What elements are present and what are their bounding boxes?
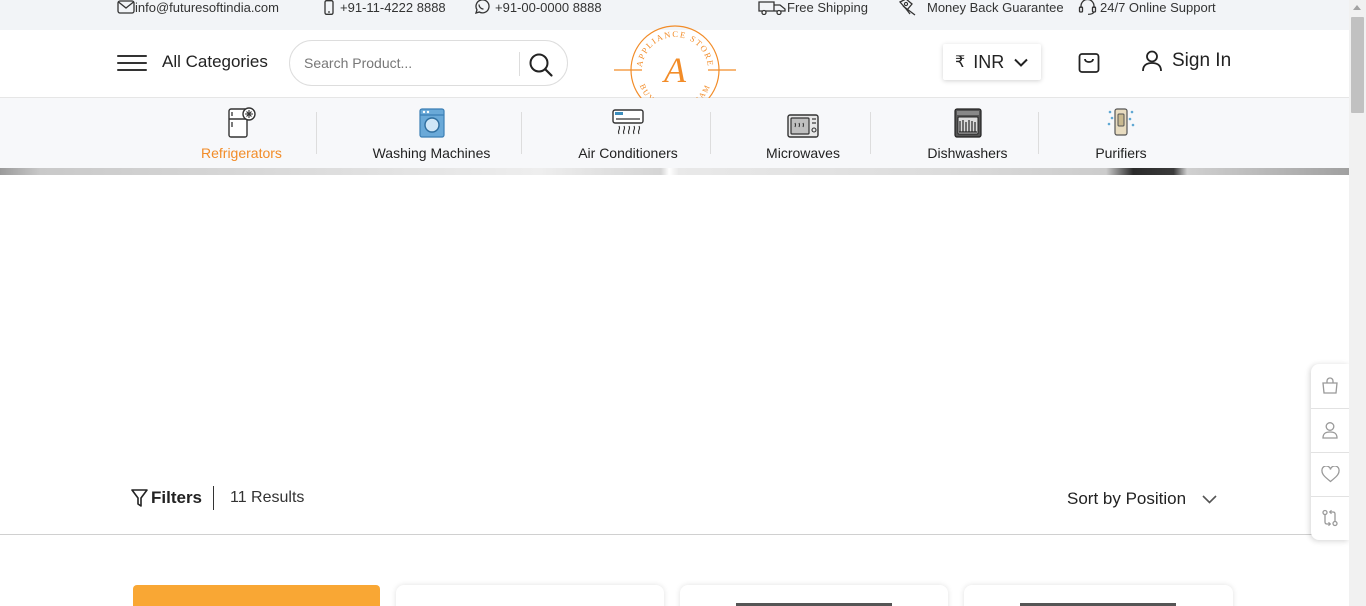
headset-icon bbox=[1078, 0, 1097, 15]
cart-button[interactable] bbox=[1077, 51, 1101, 75]
user-icon bbox=[1322, 422, 1338, 439]
filters-label: Filters bbox=[151, 488, 203, 507]
category-label: Purifiers bbox=[1095, 145, 1147, 161]
category-air-conditioners[interactable]: Air Conditioners bbox=[576, 106, 680, 161]
results-count: 11 Results bbox=[230, 489, 305, 506]
product-card[interactable] bbox=[964, 585, 1233, 606]
category-dishwashers[interactable]: Dishwashers bbox=[926, 106, 1009, 161]
hero-banner bbox=[0, 168, 1349, 175]
washing-machine-icon bbox=[418, 108, 445, 138]
listing-toolbar: Filters 11 Results Sort by Position bbox=[0, 476, 1349, 535]
category-label: Refrigerators bbox=[201, 145, 282, 161]
sort-dropdown[interactable]: Sort by Position bbox=[1067, 489, 1217, 509]
all-categories-button[interactable]: All Categories bbox=[162, 52, 268, 72]
category-label: Dishwashers bbox=[927, 145, 1008, 161]
scrollbar-thumb[interactable] bbox=[1351, 17, 1364, 113]
money-back-icon bbox=[898, 0, 916, 16]
category-label: Air Conditioners bbox=[578, 145, 678, 161]
mobile-phone-icon bbox=[324, 0, 334, 15]
chevron-down-icon bbox=[1202, 494, 1217, 504]
whatsapp-link[interactable]: +91-00-0000 8888 bbox=[473, 0, 602, 15]
compare-icon bbox=[1322, 509, 1338, 527]
side-wishlist-button[interactable] bbox=[1311, 452, 1349, 496]
search-input[interactable] bbox=[304, 53, 514, 73]
category-divider bbox=[521, 112, 522, 154]
category-refrigerators[interactable]: Refrigerators bbox=[201, 106, 282, 161]
category-divider bbox=[870, 112, 871, 154]
support-text: 24/7 Online Support bbox=[1100, 0, 1216, 15]
phone-link[interactable]: +91-11-4222 8888 bbox=[323, 0, 446, 15]
guarantee-text: Money Back Guarantee bbox=[927, 0, 1064, 15]
product-card[interactable] bbox=[396, 585, 664, 606]
microwave-icon bbox=[787, 114, 819, 138]
truck-icon bbox=[758, 0, 786, 15]
floating-side-toolbar bbox=[1311, 364, 1349, 540]
side-compare-button[interactable] bbox=[1311, 496, 1349, 540]
product-card[interactable] bbox=[680, 585, 948, 606]
air-conditioner-icon bbox=[612, 109, 644, 135]
category-label: Washing Machines bbox=[372, 145, 491, 161]
support-info: 24/7 Online Support bbox=[1078, 0, 1216, 15]
category-microwaves[interactable]: Microwaves bbox=[765, 106, 841, 161]
category-purifiers[interactable]: Purifiers bbox=[1094, 106, 1148, 161]
category-divider bbox=[1038, 112, 1039, 154]
purifier-icon bbox=[1107, 108, 1135, 136]
main-header: All Categories APPLIANCE STORE BUY YOUR … bbox=[0, 25, 1349, 115]
mail-icon bbox=[117, 0, 135, 14]
side-bag-button[interactable] bbox=[1311, 364, 1349, 408]
currency-selector[interactable]: ₹ INR bbox=[943, 44, 1041, 80]
logo-letter: A bbox=[662, 50, 687, 90]
page-scrollbar[interactable] bbox=[1349, 0, 1366, 606]
filters-button[interactable]: Filters bbox=[131, 488, 202, 508]
whatsapp-icon bbox=[475, 0, 490, 14]
sign-in-label: Sign In bbox=[1172, 50, 1232, 71]
currency-code: INR bbox=[973, 51, 1005, 72]
menu-icon[interactable] bbox=[117, 55, 147, 71]
currency-symbol: ₹ bbox=[955, 54, 966, 71]
category-divider bbox=[316, 112, 317, 154]
sort-label: Sort by Position bbox=[1067, 489, 1187, 508]
phone-text: +91-11-4222 8888 bbox=[340, 0, 446, 15]
user-icon bbox=[1142, 50, 1162, 72]
scroll-up-arrow[interactable] bbox=[1353, 5, 1361, 10]
category-nav: Refrigerators Washing Machines Air Condi… bbox=[0, 98, 1349, 168]
shipping-text: Free Shipping bbox=[787, 0, 868, 15]
shipping-info: Free Shipping bbox=[758, 0, 868, 15]
promo-card[interactable] bbox=[133, 585, 380, 606]
side-account-button[interactable] bbox=[1311, 408, 1349, 452]
filter-icon bbox=[131, 488, 148, 507]
sign-in-button[interactable]: Sign In bbox=[1141, 50, 1231, 72]
shopping-bag-icon bbox=[1078, 53, 1100, 73]
search-box bbox=[289, 40, 568, 86]
search-icon bbox=[529, 53, 553, 77]
dishwasher-icon bbox=[953, 108, 982, 138]
heart-icon bbox=[1320, 465, 1340, 482]
guarantee-info: Money Back Guarantee bbox=[897, 0, 1064, 16]
search-button[interactable] bbox=[528, 52, 554, 78]
category-washing-machines[interactable]: Washing Machines bbox=[372, 106, 491, 161]
category-divider bbox=[710, 112, 711, 154]
category-label: Microwaves bbox=[766, 145, 840, 161]
refrigerator-icon bbox=[228, 107, 257, 138]
email-text: info@futuresoftindia.com bbox=[135, 0, 279, 15]
email-link[interactable]: info@futuresoftindia.com bbox=[117, 0, 279, 15]
chevron-down-icon bbox=[1014, 58, 1028, 67]
whatsapp-text: +91-00-0000 8888 bbox=[495, 0, 602, 15]
bag-icon bbox=[1322, 377, 1338, 394]
search-divider bbox=[519, 52, 520, 76]
toolbar-divider bbox=[213, 486, 214, 510]
